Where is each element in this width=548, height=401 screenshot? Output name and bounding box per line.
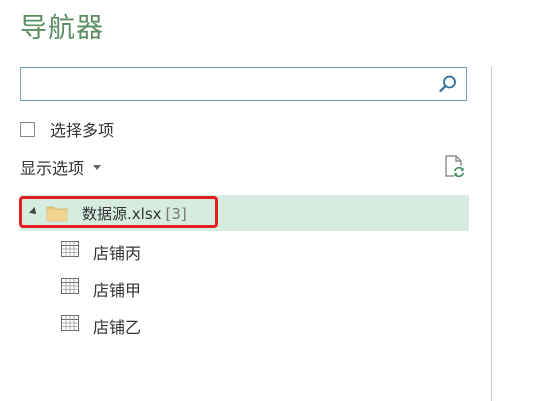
dialog-title: 导航器 (20, 13, 104, 44)
multi-select-checkbox[interactable] (20, 121, 35, 137)
tree-root-label: 数据源.xlsx [3] (82, 203, 187, 224)
refresh-icon[interactable] (442, 154, 468, 180)
table-icon (61, 278, 79, 294)
tree-root-workbook[interactable]: 数据源.xlsx [3] (19, 195, 469, 231)
multi-select-label: 选择多项 (50, 121, 115, 140)
workbook-item-count: [3] (165, 205, 187, 223)
search-icon[interactable] (438, 74, 458, 94)
display-options-label: 显示选项 (20, 159, 85, 178)
search-input[interactable] (25, 72, 429, 98)
navigator-tree: 数据源.xlsx [3] 店铺丙 店铺甲 店铺乙 (19, 195, 469, 342)
tree-item-table[interactable]: 店铺甲 (20, 268, 469, 305)
tree-item-label: 店铺丙 (93, 244, 142, 263)
multi-select-option[interactable]: 选择多项 (20, 117, 114, 141)
workbook-name: 数据源.xlsx (82, 205, 162, 223)
search-box[interactable] (20, 67, 467, 101)
chevron-down-icon (93, 164, 102, 170)
expand-arrow-icon[interactable] (29, 207, 39, 217)
tree-item-table[interactable]: 店铺丙 (20, 231, 469, 268)
tree-item-table[interactable]: 店铺乙 (20, 305, 469, 342)
tree-item-label: 店铺乙 (93, 318, 142, 337)
navigator-dialog: 导航器 选择多项 显示选项 数据源.xlsx [3] 店铺丙 店铺甲 店铺乙 (0, 0, 548, 401)
panel-divider (491, 67, 492, 401)
display-options-dropdown[interactable]: 显示选项 (20, 155, 102, 179)
tree-item-label: 店铺甲 (93, 281, 142, 300)
table-icon (61, 241, 79, 257)
folder-icon (46, 206, 68, 222)
table-icon (61, 315, 79, 331)
